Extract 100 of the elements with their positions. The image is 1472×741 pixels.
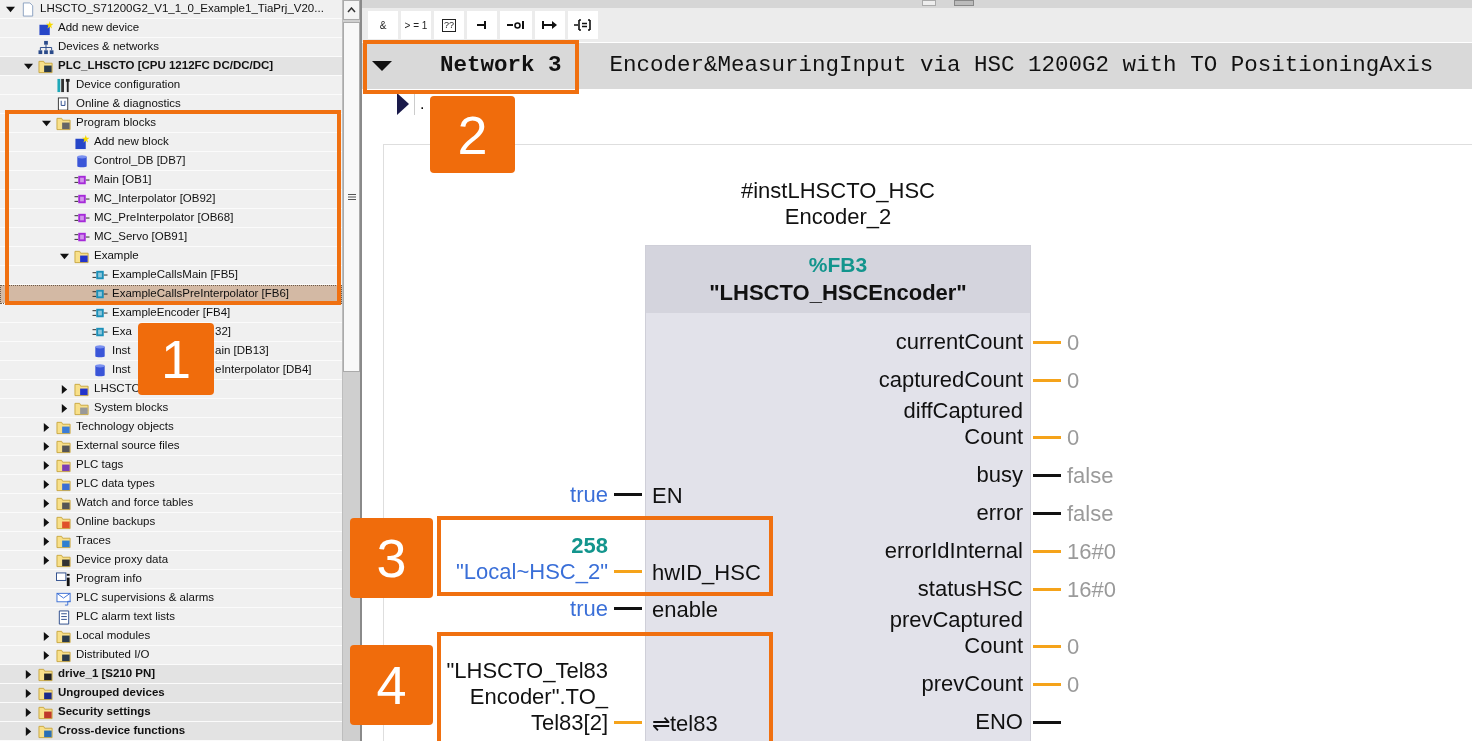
collapse-arrow-icon[interactable] [5,4,15,14]
tree-item[interactable]: Add new block [0,133,342,152]
toolbar-button[interactable] [500,11,532,39]
expand-arrow-icon[interactable] [41,498,51,508]
tree-item[interactable]: drive_1 [S210 PN] [0,665,342,684]
folder-icon [56,514,72,530]
output-wire [1033,473,1061,477]
tree-item[interactable]: Distributed I/O [0,646,342,665]
expand-arrow-icon[interactable] [59,384,69,394]
folder-icon [38,704,54,720]
toolbar-button[interactable] [568,11,598,39]
folder-icon [38,666,54,682]
tree-item[interactable]: Program info [0,570,342,589]
tree-item[interactable]: Device configuration [0,76,342,95]
scrollbar-thumb[interactable] [343,22,360,372]
tree-item[interactable]: Local modules [0,627,342,646]
folder-icon [74,381,90,397]
tree-item[interactable]: Add new device [0,19,342,38]
tree-item[interactable]: Online backups [0,513,342,532]
input-value: "Local~HSC_2" [456,559,608,585]
network-icon [38,39,54,55]
tree-item[interactable]: Ungrouped devices [0,684,342,703]
toolbar-button[interactable] [467,11,497,39]
folder-icon [56,457,72,473]
tree-item[interactable]: System blocks [0,399,342,418]
folder-icon [56,495,72,511]
expand-arrow-icon[interactable] [23,669,33,679]
folder-icon [56,438,72,454]
tree-item[interactable]: Devices & networks [0,38,342,57]
input-pin-label: hwID_HSC [652,559,761,587]
toolbar-button[interactable]: & [368,11,398,39]
expand-arrow-icon[interactable] [41,555,51,565]
output-value: 16#0 [1067,537,1116,566]
jump-arrow-icon [542,20,558,30]
tree-item[interactable]: External source files [0,437,342,456]
output-pin-label: busy [976,462,1023,488]
expand-arrow-icon[interactable] [23,688,33,698]
expand-arrow-icon[interactable] [41,631,51,641]
tree-item[interactable]: Watch and force tables [0,494,342,513]
input-value: true [570,482,608,508]
tree-item[interactable]: PLC_LHSCTO [CPU 1212FC DC/DC/DC] [0,57,342,76]
folder-icon [38,58,54,74]
output-value: false [1067,499,1114,528]
expand-arrow-icon[interactable] [397,93,409,115]
input-wire [614,570,642,573]
folder-icon [56,419,72,435]
input-wire [614,721,642,724]
expand-arrow-icon[interactable] [41,479,51,489]
scroll-up-button[interactable] [343,0,360,20]
tree-item[interactable]: PLC supervisions & alarms [0,589,342,608]
network-header[interactable]: Network 3 Encoder&MeasuringInput via HSC 1200G2 with TO PositioningAxis [362,43,1472,89]
tree-item[interactable]: PLC alarm text lists [0,608,342,627]
folder-icon [38,723,54,739]
toolbar-button[interactable]: ?? [434,11,464,39]
tree-item[interactable]: PLC data types [0,475,342,494]
database-icon [74,153,90,169]
expand-arrow-icon[interactable] [41,460,51,470]
tree-item[interactable]: Control_DB [DB7] [0,152,342,171]
toolbar-button[interactable]: > = 1 [401,11,431,39]
expand-arrow-icon[interactable] [41,536,51,546]
output-pin-label: currentCount [895,329,1023,355]
tree-item[interactable]: Program blocks [0,114,342,133]
tree-item[interactable]: PLC tags [0,456,342,475]
tree-item[interactable]: Security settings [0,703,342,722]
database-icon [92,343,108,359]
output-value: 0 [1067,632,1080,661]
tree-item[interactable]: Traces [0,532,342,551]
tree-item[interactable]: Cross-device functions [0,722,342,741]
output-pin-label: ENO [975,709,1023,735]
output-wire [1033,644,1061,648]
folder-icon [56,115,72,131]
tree-item[interactable]: Example [0,247,342,266]
tree-item[interactable]: Device proxy data [0,551,342,570]
output-pin-label: prevCount [921,671,1023,697]
input-wire [614,607,642,610]
collapse-arrow-icon[interactable] [23,61,33,71]
database-icon [92,362,108,378]
output-wire [1033,340,1061,344]
output-value: 0 [1067,423,1080,452]
expand-arrow-icon[interactable] [23,707,33,717]
collapse-arrow-icon[interactable] [372,59,392,73]
collapse-arrow-icon[interactable] [41,118,51,128]
folder-icon [38,685,54,701]
network-comment: Encoder&MeasuringInput via HSC 1200G2 with TO PositioningAxis [609,51,1434,81]
network-block-title: . [420,96,425,112]
expand-arrow-icon[interactable] [23,726,33,736]
callout-badge: 1 [138,323,214,395]
expand-arrow-icon[interactable] [41,422,51,432]
output-pin-label: Count [964,633,1023,659]
tree-item[interactable]: Technology objects [0,418,342,437]
expand-arrow-icon[interactable] [41,517,51,527]
output-wire [1033,511,1061,515]
folder-icon [74,400,90,416]
collapse-arrow-icon[interactable] [59,251,69,261]
output-wire [1033,435,1061,439]
tree-item[interactable]: LHSCTO_S71200G2_V1_1_0_Example1_TiaPrj_V20... [0,0,342,19]
toolbar-button[interactable] [535,11,565,39]
expand-arrow-icon[interactable] [41,441,51,451]
expand-arrow-icon[interactable] [59,403,69,413]
expand-arrow-icon[interactable] [41,650,51,660]
